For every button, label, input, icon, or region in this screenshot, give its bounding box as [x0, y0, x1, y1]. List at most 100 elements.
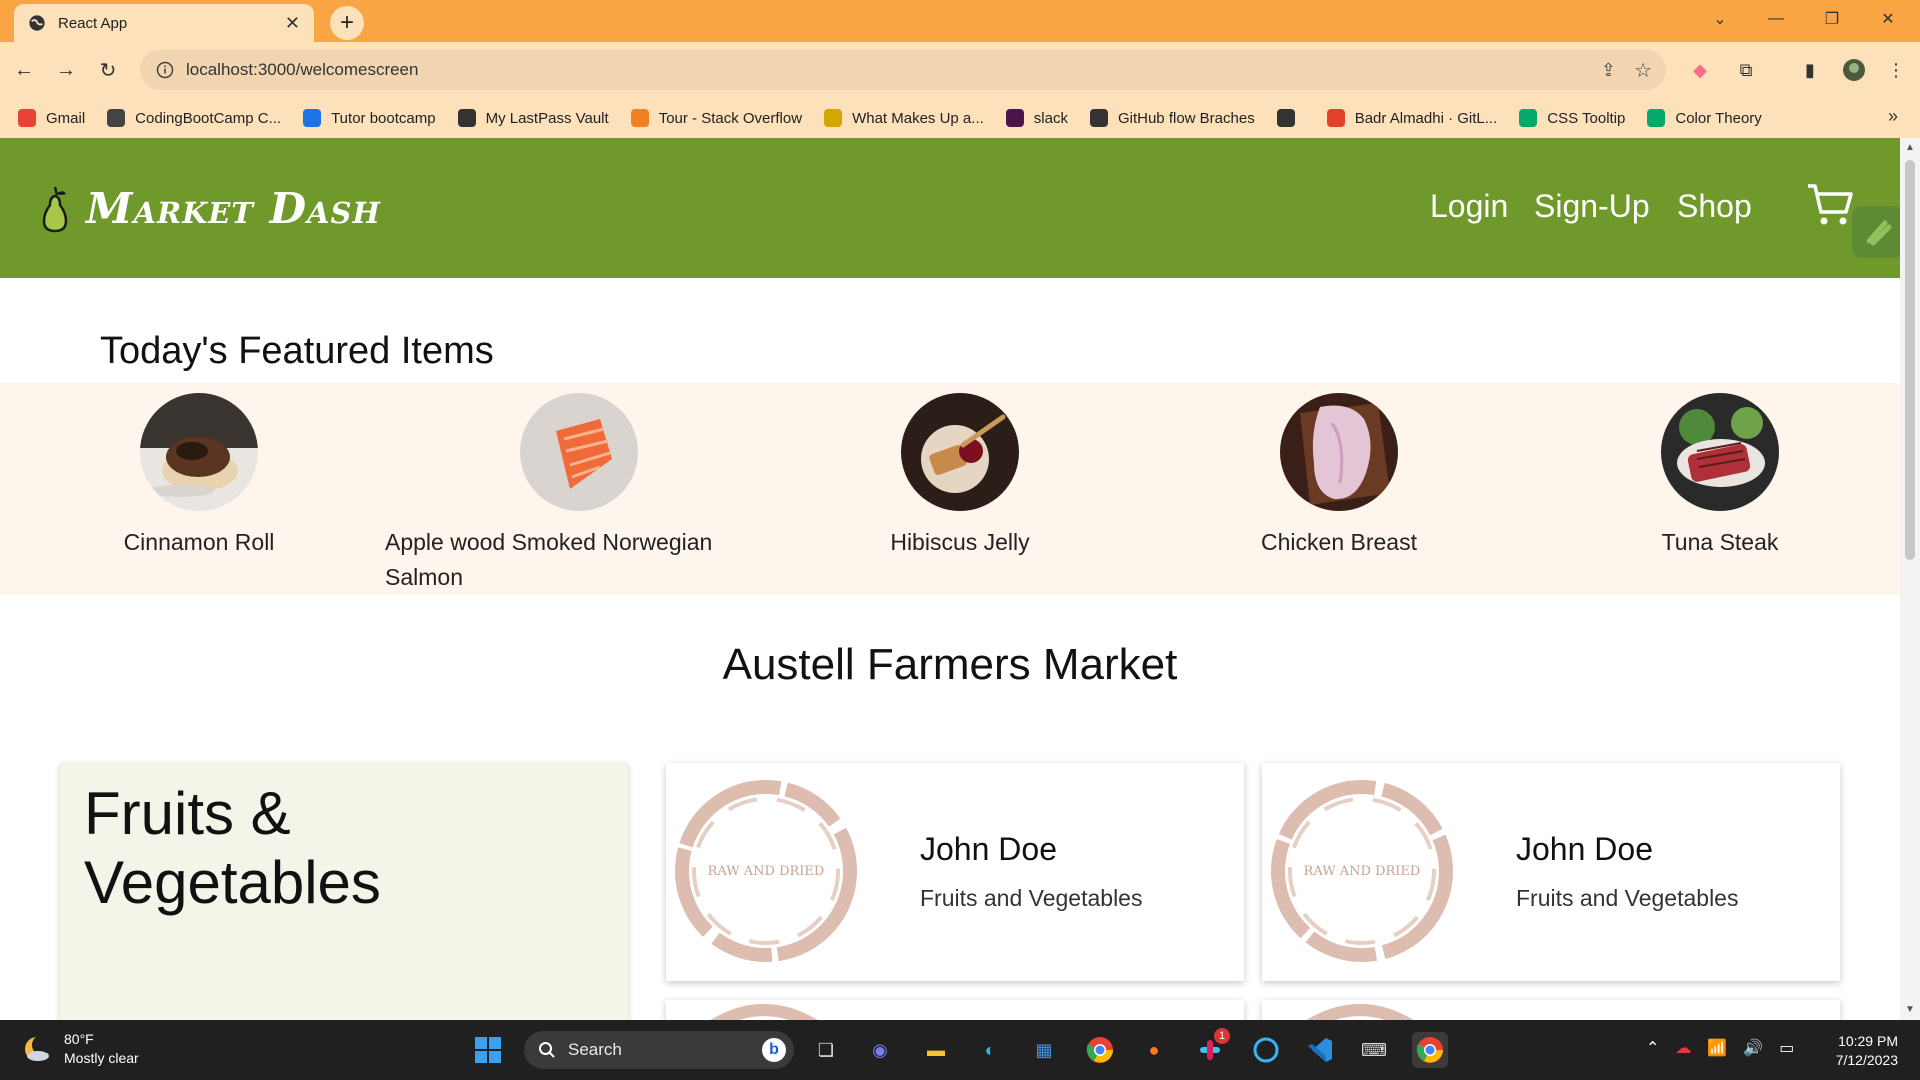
edge-icon[interactable]: ◐	[972, 1032, 1008, 1068]
onedrive-icon[interactable]: ☁	[1675, 1038, 1691, 1058]
weather-temp: 80°F	[64, 1031, 94, 1047]
scrollbar-thumb[interactable]	[1905, 160, 1915, 560]
close-tab-icon[interactable]: ✕	[285, 13, 300, 34]
bookmark-item[interactable]: CSS Tooltip	[1519, 109, 1625, 127]
bookmarks-overflow-icon[interactable]: »	[1888, 106, 1898, 127]
chrome-icon[interactable]	[1082, 1032, 1118, 1068]
taskbar-search[interactable]: Search b	[524, 1031, 794, 1069]
vendor-name: John Doe	[1516, 831, 1653, 867]
signup-link[interactable]: Sign-Up	[1534, 188, 1650, 225]
featured-item-name: Chicken Breast	[1261, 529, 1417, 555]
bookmark-item[interactable]: Tour - Stack Overflow	[630, 109, 803, 127]
vscode-icon[interactable]	[1302, 1032, 1338, 1068]
bookmark-item[interactable]: Badr Almadhi · GitL...	[1326, 109, 1497, 127]
brand[interactable]: Market Dash	[40, 184, 381, 233]
bookmark-item[interactable]: GitHub flow Braches	[1089, 109, 1255, 127]
featured-item[interactable]: Tuna Steak	[1620, 393, 1820, 560]
stackoverflow-icon	[630, 109, 649, 127]
cart-icon[interactable]	[1806, 182, 1854, 228]
task-view-icon[interactable]: ❏	[808, 1032, 844, 1068]
address-bar[interactable]: localhost:3000/welcomescreen ⇪ ☆	[140, 50, 1666, 90]
battery-icon[interactable]: ▭	[1779, 1038, 1794, 1058]
teams-chat-icon[interactable]: ◉	[862, 1032, 898, 1068]
search-label: Search	[568, 1040, 622, 1059]
vendor-name: John Doe	[920, 831, 1057, 867]
back-button[interactable]: ←	[8, 54, 40, 86]
minimize-button[interactable]: —	[1748, 0, 1804, 38]
vendor-card[interactable]: RAW AND DRIED John Doe Fruits and Vegeta…	[1262, 763, 1840, 981]
bookmark-item[interactable]: My LastPass Vault	[457, 109, 609, 127]
side-panel-icon[interactable]: ▮	[1796, 56, 1824, 84]
terminal-icon[interactable]: ⌨	[1356, 1032, 1392, 1068]
tab-title: React App	[58, 14, 128, 32]
bookmark-item[interactable]: Gmail	[18, 109, 85, 127]
wifi-icon[interactable]: 📶	[1707, 1038, 1727, 1058]
bookmark-item[interactable]	[1276, 109, 1305, 127]
forward-button[interactable]: →	[50, 54, 82, 86]
file-explorer-icon[interactable]: ▬	[918, 1032, 954, 1068]
bookmark-item[interactable]: slack	[1005, 109, 1068, 127]
browser-tab[interactable]: React App ✕	[14, 4, 314, 42]
featured-item-name: Cinnamon Roll	[123, 529, 275, 555]
globe-icon	[29, 15, 45, 31]
featured-item-name: Hibiscus Jelly	[890, 529, 1030, 555]
gitlab-icon	[1326, 109, 1345, 127]
floating-extension-button[interactable]	[1852, 206, 1900, 258]
featured-item[interactable]: Hibiscus Jelly	[860, 393, 1060, 560]
app-navbar: Market Dash Login Sign-Up Shop	[0, 138, 1900, 278]
profile-avatar[interactable]	[1840, 56, 1868, 84]
page-scrollbar[interactable]: ▲ ▼	[1900, 138, 1920, 1020]
firefox-icon[interactable]: ●	[1136, 1032, 1172, 1068]
tab-search-chevron-icon[interactable]: ⌄	[1692, 0, 1748, 38]
vendor-card[interactable]: RAW AND DRIED John Doe Fruits and Vegeta…	[666, 763, 1244, 981]
menu-kebab-icon[interactable]: ⋮	[1882, 56, 1910, 84]
restore-button[interactable]: ❐	[1804, 0, 1860, 38]
bookmark-item[interactable]: What Makes Up a...	[824, 109, 984, 127]
weather-widget[interactable]: 80°F Mostly clear	[22, 1030, 139, 1068]
close-window-button[interactable]: ✕	[1860, 0, 1916, 38]
cortana-icon[interactable]	[1248, 1032, 1284, 1068]
scroll-down-icon[interactable]: ▼	[1905, 1004, 1915, 1015]
vendor-logo	[1306, 1004, 1414, 1020]
volume-icon[interactable]: 🔊	[1743, 1038, 1763, 1058]
bookmark-label: Tour - Stack Overflow	[658, 109, 803, 127]
reload-button[interactable]: ↻	[92, 54, 124, 86]
new-tab-button[interactable]: +	[330, 6, 364, 40]
shop-link[interactable]: Shop	[1677, 188, 1752, 225]
featured-item[interactable]: Cinnamon Roll	[99, 393, 299, 560]
leaf-icon	[1866, 220, 1892, 246]
bookmark-star-icon[interactable]: ☆	[1634, 58, 1652, 83]
bookmark-item[interactable]: CodingBootCamp C...	[107, 109, 281, 127]
start-button[interactable]	[470, 1032, 506, 1068]
extension-pink-icon[interactable]: ◆	[1686, 56, 1714, 84]
system-tray: ⌃ ☁ 📶 🔊 ▭	[1646, 1038, 1810, 1058]
share-icon[interactable]: ⇪	[1601, 60, 1616, 81]
extensions-puzzle-icon[interactable]: ⧉	[1732, 56, 1760, 84]
page-viewport: Market Dash Login Sign-Up Shop Today's F…	[0, 138, 1900, 1020]
site-info-icon[interactable]	[156, 61, 174, 79]
vendor-card[interactable]	[1262, 1000, 1840, 1020]
login-link[interactable]: Login	[1430, 188, 1508, 225]
tutor-icon	[303, 109, 322, 127]
vendor-category: Fruits and Vegetables	[1516, 885, 1739, 911]
vendor-logo-text: RAW AND DRIED	[708, 864, 825, 879]
scroll-up-icon[interactable]: ▲	[1905, 142, 1915, 153]
featured-item[interactable]: Apple wood Smoked Norwegian Salmon	[385, 393, 773, 595]
w3schools-icon	[1519, 109, 1538, 127]
bookmark-item[interactable]: Color Theory	[1647, 109, 1762, 127]
globe-icon	[457, 109, 476, 127]
chrome-active-icon[interactable]	[1412, 1032, 1448, 1068]
slack-taskbar-icon[interactable]: 1	[1192, 1028, 1230, 1068]
tray-overflow-icon[interactable]: ⌃	[1646, 1038, 1659, 1058]
bootcamp-icon	[107, 109, 126, 127]
bookmark-item[interactable]: Tutor bootcamp	[303, 109, 436, 127]
microsoft-store-icon[interactable]: ▦	[1026, 1032, 1062, 1068]
vendor-card[interactable]	[666, 1000, 1244, 1020]
featured-item[interactable]: Chicken Breast	[1239, 393, 1439, 560]
category-title: Fruits & Vegetables	[84, 780, 381, 916]
clock[interactable]: 10:29 PM 7/12/2023	[1826, 1032, 1898, 1070]
category-card[interactable]: Fruits & Vegetables	[60, 763, 628, 1020]
market-heading: Austell Farmers Market	[722, 640, 1178, 689]
bookmark-label: Tutor bootcamp	[331, 109, 436, 127]
globe-icon	[1276, 109, 1295, 127]
